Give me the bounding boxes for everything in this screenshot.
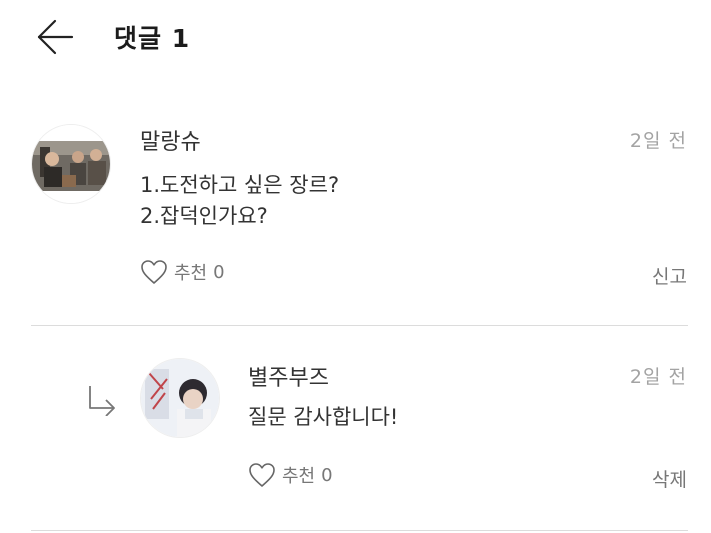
like-button[interactable]: 추천 0: [140, 259, 225, 285]
reply-author[interactable]: 별주부즈: [248, 360, 329, 392]
arrow-left-icon: [37, 19, 74, 55]
avatar[interactable]: [31, 124, 111, 204]
avatar-photo: [32, 125, 110, 203]
back-button[interactable]: [36, 18, 76, 56]
like-count: 0: [321, 464, 333, 486]
like-label: 추천: [282, 466, 316, 487]
reply-date: 2일 전: [629, 366, 687, 388]
divider: [31, 325, 688, 326]
reply-arrow-icon: [89, 386, 115, 416]
comment-date: 2일 전: [629, 130, 687, 152]
like-label: 추천: [174, 263, 208, 284]
reply-text: 질문 감사합니다!: [248, 405, 399, 429]
comment-text: 1.도전하고 싶은 장르? 2.잡덕인가요?: [140, 173, 340, 228]
top-bar: 댓글 1: [0, 0, 711, 80]
divider: [31, 530, 688, 531]
reply-like-button[interactable]: 추천 0: [248, 462, 333, 488]
report-button[interactable]: 신고: [652, 262, 687, 289]
delete-button[interactable]: 삭제: [652, 465, 687, 492]
page-title: 댓글 1: [114, 24, 191, 53]
comment-author[interactable]: 말랑슈: [140, 124, 201, 156]
heart-icon: [141, 260, 167, 284]
avatar-photo: [141, 359, 219, 437]
like-count: 0: [213, 261, 225, 283]
reply-avatar[interactable]: [140, 358, 220, 438]
heart-icon: [249, 463, 275, 487]
